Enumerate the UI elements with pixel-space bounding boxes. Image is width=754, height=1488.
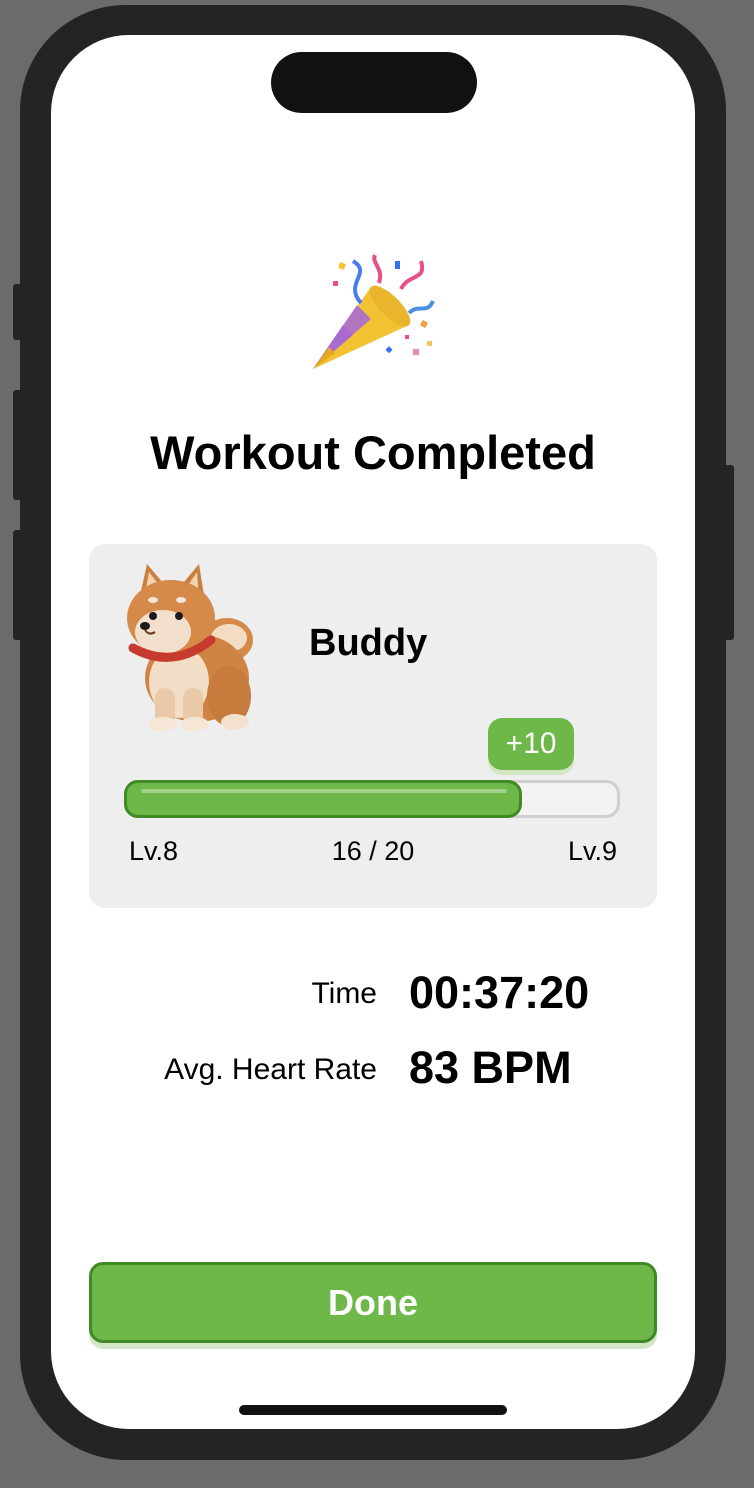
xp-gain-badge: +10 [488, 718, 574, 770]
dynamic-island [271, 52, 477, 113]
page-title: Workout Completed [150, 426, 596, 479]
xp-progress-shine [141, 789, 507, 793]
time-value: 00:37:20 [409, 967, 590, 1018]
done-button[interactable]: Done [89, 1262, 657, 1343]
party-popper-icon [313, 254, 435, 369]
workout-summary-screen: Workout Completed Buddy +10 Lv.8 16 / 20… [51, 35, 695, 1429]
shiba-dog-icon [127, 564, 253, 731]
xp-progress-fill [124, 780, 522, 818]
home-indicator[interactable] [239, 1405, 507, 1415]
next-level-label: Lv.9 [567, 836, 617, 866]
pet-name: Buddy [309, 622, 428, 664]
pet-progress-card: Buddy +10 Lv.8 16 / 20 Lv.9 [89, 544, 657, 908]
time-label: Time [311, 977, 377, 1010]
heart-rate-value: 83 BPM [409, 1042, 572, 1093]
heart-rate-label: Avg. Heart Rate [164, 1053, 377, 1086]
